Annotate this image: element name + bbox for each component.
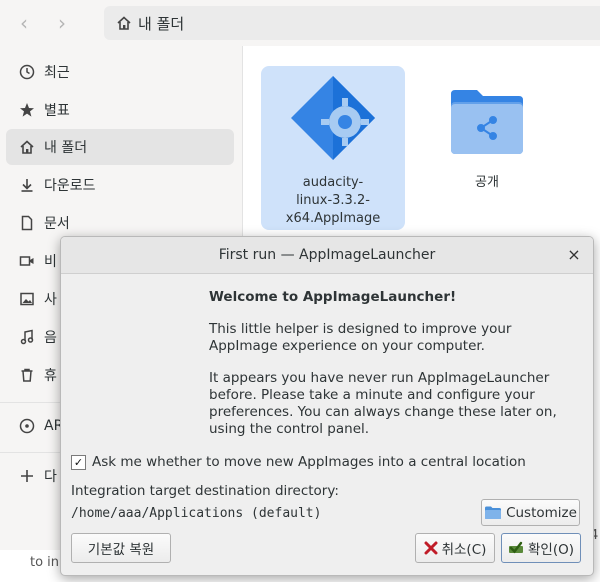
- move-appimages-checkbox[interactable]: ✓: [71, 454, 86, 470]
- sidebar-item-label: 휴: [44, 368, 57, 384]
- music-icon: [18, 328, 36, 346]
- chevron-left-icon: ‹: [20, 11, 28, 35]
- folder-icon: [484, 505, 502, 520]
- home-icon: [18, 138, 36, 156]
- shared-folder-icon: [451, 90, 523, 154]
- home-icon: [117, 16, 131, 30]
- back-button[interactable]: ‹: [10, 9, 38, 37]
- download-icon: [18, 176, 36, 194]
- sidebar-item-label: 문서: [44, 216, 70, 232]
- checkbox-label: Ask me whether to move new AppImages int…: [92, 454, 526, 470]
- path-label: 내 폴더: [138, 14, 185, 33]
- document-icon: [18, 214, 36, 232]
- chevron-right-icon: ›: [58, 11, 66, 35]
- explanation-paragraph: It appears you have never run AppImageLa…: [209, 370, 557, 437]
- ok-button[interactable]: 확인(O): [501, 533, 581, 563]
- close-button[interactable]: ×: [565, 246, 583, 264]
- cancel-button[interactable]: 취소(C): [415, 533, 495, 563]
- path-bar[interactable]: 내 폴더: [104, 6, 600, 40]
- cancel-label: 취소(C): [441, 542, 487, 558]
- welcome-heading: Welcome to AppImageLauncher!: [209, 289, 457, 305]
- sidebar-item-downloads[interactable]: 다운로드: [6, 167, 234, 203]
- sidebar-item-recent[interactable]: 최근: [6, 54, 234, 90]
- dialog-titlebar[interactable]: First run — AppImageLauncher ×: [61, 237, 593, 274]
- plus-icon: [18, 467, 36, 485]
- sidebar-item-label: 별표: [44, 103, 70, 119]
- ok-label: 확인(O): [528, 542, 574, 558]
- restore-label: 기본값 복원: [87, 542, 155, 558]
- forward-button[interactable]: ›: [48, 9, 76, 37]
- star-icon: [18, 101, 36, 119]
- sidebar-item-label: 다: [44, 469, 57, 485]
- file-name: 공개: [475, 175, 499, 190]
- sidebar-item-label: 내 폴더: [44, 140, 88, 156]
- cancel-x-icon: [424, 541, 438, 555]
- file-item-public[interactable]: 공개: [415, 66, 559, 230]
- sidebar-item-label: 최근: [44, 65, 70, 81]
- ok-check-icon: [508, 541, 524, 555]
- clock-icon: [18, 63, 36, 81]
- restore-defaults-button[interactable]: 기본값 복원: [71, 533, 171, 563]
- file-name: audacity- linux-3.3.2- x64.AppImage: [285, 175, 381, 226]
- checkmark-icon: ✓: [73, 455, 84, 469]
- customize-label: Customize: [506, 504, 577, 521]
- target-directory-value: /home/aaa/Applications (default): [71, 506, 322, 521]
- sidebar-item-label: 비: [44, 254, 57, 270]
- first-run-dialog: First run — AppImageLauncher × Welcome t…: [60, 236, 594, 576]
- header-bar: ‹ › 내 폴더: [0, 0, 600, 46]
- trash-icon: [18, 366, 36, 384]
- intro-paragraph: This little helper is designed to improv…: [209, 321, 512, 354]
- target-directory-label: Integration target destination directory…: [71, 483, 339, 499]
- file-item-audacity[interactable]: audacity- linux-3.3.2- x64.AppImage: [261, 66, 405, 230]
- video-icon: [18, 252, 36, 270]
- customize-button[interactable]: Customize: [481, 499, 580, 526]
- sidebar-item-label: 음: [44, 330, 57, 346]
- appimage-icon: [291, 76, 375, 160]
- sidebar-item-label: 다운로드: [44, 178, 96, 194]
- bottom-text: to in: [30, 555, 60, 570]
- picture-icon: [18, 290, 36, 308]
- disc-icon: [18, 417, 36, 435]
- sidebar-item-label: 사: [44, 292, 57, 308]
- close-icon: ×: [567, 245, 581, 264]
- sidebar-item-home[interactable]: 내 폴더: [6, 129, 234, 165]
- move-appimages-option[interactable]: ✓ Ask me whether to move new AppImages i…: [71, 454, 526, 470]
- dialog-title: First run — AppImageLauncher: [218, 247, 436, 263]
- sidebar-item-starred[interactable]: 별표: [6, 92, 234, 128]
